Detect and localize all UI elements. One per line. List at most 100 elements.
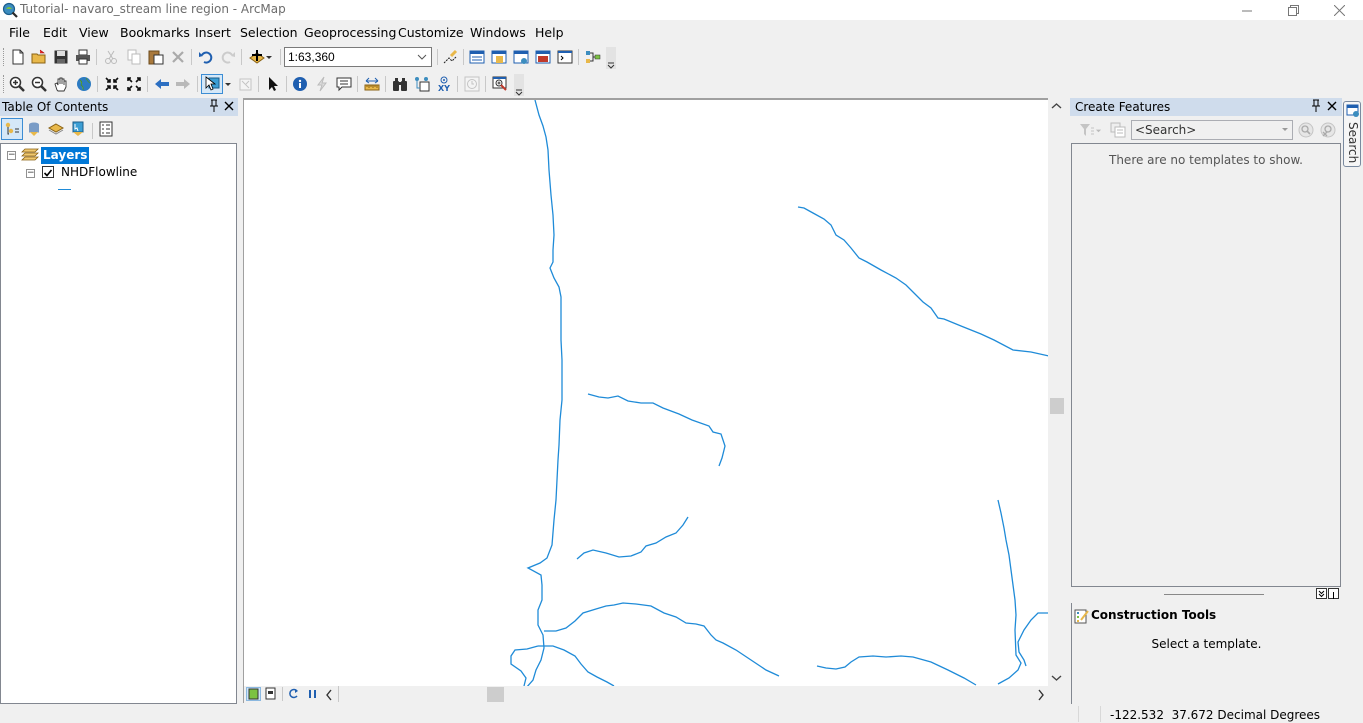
toggle-panel-button[interactable] — [1328, 588, 1339, 599]
stream-line[interactable] — [797, 206, 1049, 357]
pause-drawing-button[interactable] — [306, 687, 320, 701]
chevron-right-icon[interactable] — [1036, 689, 1046, 701]
search-side-tab[interactable]: Search — [1343, 101, 1361, 167]
time-slider-button[interactable] — [462, 74, 482, 94]
minimize-button[interactable] — [1224, 0, 1270, 20]
menu-customize[interactable]: Customize — [398, 25, 464, 40]
panel-splitter[interactable] — [1164, 594, 1264, 595]
open-button[interactable] — [29, 47, 49, 67]
collapse-panel-button[interactable] — [1316, 588, 1327, 599]
pin-icon[interactable] — [1310, 99, 1322, 113]
stream-line[interactable] — [587, 393, 726, 467]
stream-line[interactable] — [538, 645, 615, 686]
select-elements-button[interactable] — [263, 74, 283, 94]
menu-geoprocessing[interactable]: Geoprocessing — [304, 25, 396, 40]
magnifier-button[interactable] — [490, 74, 510, 94]
add-data-button[interactable] — [246, 47, 276, 67]
stream-line[interactable] — [816, 655, 977, 686]
stream-line[interactable] — [1017, 612, 1049, 667]
paste-button[interactable] — [146, 47, 166, 67]
find-route-button[interactable] — [412, 74, 432, 94]
layer-visibility-checkbox[interactable] — [42, 166, 54, 178]
list-by-visibility-button[interactable] — [46, 119, 66, 139]
list-by-source-button[interactable] — [24, 119, 44, 139]
catalog-button[interactable] — [489, 47, 509, 67]
full-extent-button[interactable] — [74, 74, 94, 94]
measure-button[interactable] — [362, 74, 382, 94]
zoom-out-button[interactable] — [29, 74, 49, 94]
menu-insert[interactable]: Insert — [195, 25, 231, 40]
toolbar-grip[interactable] — [3, 75, 5, 93]
pin-icon[interactable] — [208, 99, 220, 113]
model-builder-button[interactable] — [583, 47, 603, 67]
fixed-zoom-in-button[interactable] — [102, 74, 122, 94]
layers-root-label[interactable]: Layers — [41, 147, 90, 164]
collapse-layer-toggle[interactable]: − — [26, 169, 35, 178]
menu-selection[interactable]: Selection — [240, 25, 298, 40]
clear-selection-button[interactable] — [235, 74, 255, 94]
collapse-layers-toggle[interactable]: − — [7, 151, 16, 160]
map-scale-combobox[interactable]: 1:63,360 — [284, 47, 432, 67]
identify-button[interactable] — [290, 74, 310, 94]
layer-name[interactable]: NHDFlowline — [61, 165, 137, 179]
arctoolbox-button[interactable] — [533, 47, 553, 67]
refresh-button[interactable] — [287, 687, 301, 701]
horizontal-scroll-thumb[interactable] — [487, 687, 504, 702]
menu-bookmarks[interactable]: Bookmarks — [120, 25, 190, 40]
table-of-contents-button[interactable] — [467, 47, 487, 67]
hyperlink-button[interactable] — [312, 74, 332, 94]
menu-edit[interactable]: Edit — [43, 25, 67, 40]
pan-button[interactable] — [51, 74, 71, 94]
stream-line[interactable] — [526, 100, 563, 686]
close-icon[interactable] — [1326, 98, 1338, 114]
stream-line[interactable] — [576, 516, 689, 560]
print-button[interactable] — [73, 47, 93, 67]
zoom-in-button[interactable] — [7, 74, 27, 94]
clear-search-button[interactable] — [1318, 120, 1338, 140]
select-features-dropdown[interactable] — [223, 74, 233, 94]
go-to-xy-button[interactable]: XY — [434, 74, 454, 94]
menu-view[interactable]: View — [79, 25, 109, 40]
delete-button[interactable] — [168, 47, 188, 67]
list-by-selection-button[interactable] — [68, 119, 88, 139]
select-features-button[interactable] — [201, 74, 223, 94]
map-vertical-scrollbar[interactable] — [1048, 98, 1065, 686]
editor-toolbar-button[interactable] — [440, 47, 460, 67]
organize-templates-filter-button[interactable] — [1076, 120, 1104, 140]
copy-button[interactable] — [124, 47, 144, 67]
template-search-input[interactable]: <Search> — [1131, 120, 1293, 140]
chevron-down-icon[interactable] — [1051, 674, 1062, 682]
search-templates-button[interactable] — [1296, 120, 1316, 140]
data-view-button[interactable] — [246, 687, 261, 701]
undo-button[interactable] — [196, 47, 216, 67]
search-window-button[interactable] — [511, 47, 531, 67]
stream-line[interactable] — [544, 602, 780, 677]
go-forward-button[interactable] — [173, 74, 193, 94]
python-window-button[interactable] — [555, 47, 575, 67]
chevron-up-icon[interactable] — [1051, 102, 1062, 110]
html-popup-button[interactable] — [334, 74, 354, 94]
menu-windows[interactable]: Windows — [470, 25, 526, 40]
cut-button[interactable] — [101, 47, 121, 67]
redo-button[interactable] — [218, 47, 238, 67]
menu-help[interactable]: Help — [535, 25, 564, 40]
close-button[interactable] — [1316, 0, 1362, 20]
toolbar-grip[interactable] — [3, 48, 5, 66]
templates-list[interactable]: There are no templates to show. — [1071, 143, 1341, 587]
restore-button[interactable] — [1270, 0, 1316, 20]
organize-templates-button[interactable] — [1108, 120, 1128, 140]
close-icon[interactable] — [223, 98, 235, 114]
fixed-zoom-out-button[interactable] — [124, 74, 144, 94]
new-document-button[interactable] — [8, 47, 28, 67]
list-by-drawing-order-button[interactable] — [1, 118, 23, 140]
toolbar-overflow-button[interactable] — [606, 47, 616, 69]
find-button[interactable] — [390, 74, 410, 94]
toc-options-button[interactable] — [96, 119, 116, 139]
layer-symbol-line[interactable] — [58, 189, 71, 190]
stream-line[interactable] — [510, 645, 539, 686]
layout-view-button[interactable] — [264, 687, 278, 701]
toolbar-overflow-button[interactable] — [514, 74, 524, 96]
chevron-left-icon[interactable] — [324, 689, 334, 701]
vertical-scroll-thumb[interactable] — [1050, 398, 1064, 414]
menu-file[interactable]: File — [9, 25, 30, 40]
